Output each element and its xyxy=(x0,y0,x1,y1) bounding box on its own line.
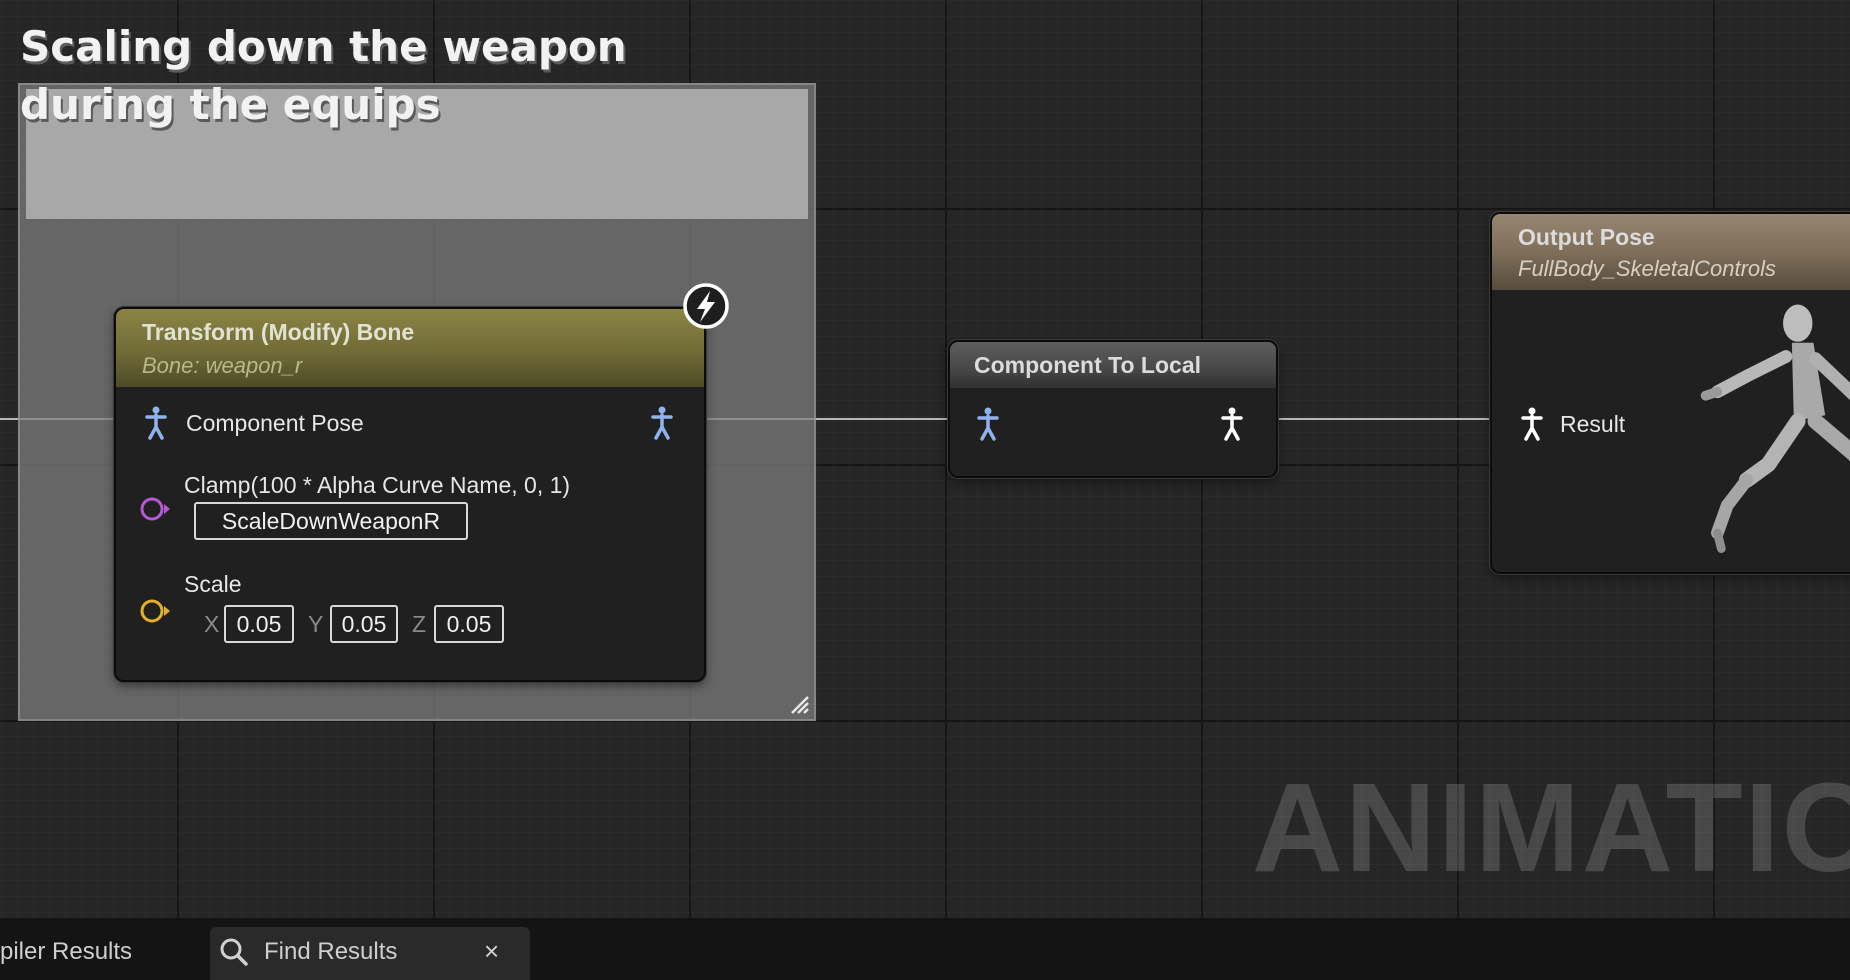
node-subtitle: Bone: weapon_r xyxy=(142,353,303,378)
resize-grip-icon[interactable] xyxy=(784,689,810,715)
scale-x-field[interactable]: 0.05 xyxy=(224,605,294,643)
close-icon[interactable]: × xyxy=(484,936,499,967)
scale-label: Scale xyxy=(184,571,242,597)
pose-pin-icon[interactable] xyxy=(144,406,168,440)
node-title: Transform (Modify) Bone xyxy=(142,319,415,345)
animation-watermark: ANIMATION xyxy=(1252,757,1850,898)
pose-pin-icon[interactable] xyxy=(976,407,1000,441)
scale-y-axis-label: Y xyxy=(308,611,324,637)
scale-z-axis-label: Z xyxy=(412,611,427,637)
pose-pin-icon[interactable] xyxy=(1220,407,1244,441)
component-to-local-node[interactable]: Component To Local xyxy=(948,340,1278,478)
node-subtitle: FullBody_SkeletalControls xyxy=(1518,256,1777,281)
mannequin-icon xyxy=(1700,304,1850,553)
alpha-pin-icon[interactable] xyxy=(140,496,172,522)
output-pose-node[interactable]: Output Pose FullBody_SkeletalControls Re… xyxy=(1490,212,1850,574)
alpha-curve-name-field[interactable]: ScaleDownWeaponR xyxy=(194,502,468,540)
search-icon xyxy=(220,938,248,966)
scale-x-axis-label: X xyxy=(204,611,220,637)
scale-z-field[interactable]: 0.05 xyxy=(434,605,504,643)
node-title: Output Pose xyxy=(1518,224,1655,250)
component-pose-label: Component Pose xyxy=(186,410,364,436)
pose-pin-icon[interactable] xyxy=(650,406,674,440)
wire-local-to-output xyxy=(1275,418,1495,420)
transform-modify-bone-node[interactable]: Transform (Modify) Bone Bone: weapon_r C… xyxy=(114,307,706,682)
result-label: Result xyxy=(1560,411,1626,437)
scale-pin-icon[interactable] xyxy=(140,598,172,624)
comment-title: Scaling down the weapon during the equip… xyxy=(20,22,627,129)
scale-y-field[interactable]: 0.05 xyxy=(330,605,398,643)
tab-compiler-results[interactable]: piler Results xyxy=(0,938,132,966)
find-results-label: Find Results xyxy=(264,938,398,965)
alpha-curve-label: Clamp(100 * Alpha Curve Name, 0, 1) xyxy=(184,472,571,498)
node-title: Component To Local xyxy=(974,352,1202,378)
pose-pin-icon[interactable] xyxy=(1520,407,1544,441)
bolt-icon xyxy=(683,283,729,329)
